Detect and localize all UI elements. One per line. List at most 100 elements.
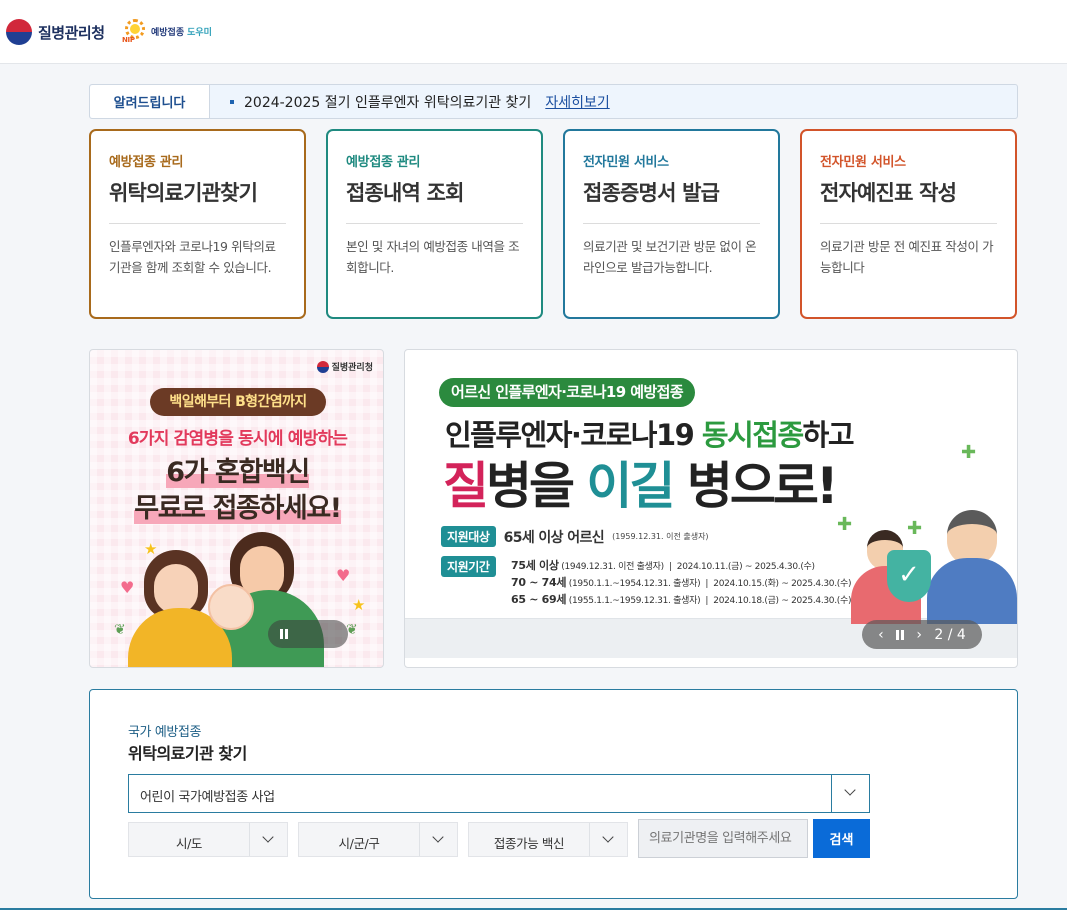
program-select-toggle[interactable]	[831, 775, 869, 812]
card-divider	[346, 223, 523, 224]
period-range: 2024.10.18.(금) ~ 2025.4.30.(수)	[713, 596, 852, 606]
card-description: 의료기관 방문 전 예진표 작성이 가능합니다	[820, 239, 994, 275]
period-line: 75세 이상 (1949.12.31. 이전 출생자) | 2024.10.11…	[511, 559, 815, 572]
chevron-left-icon[interactable]: ‹	[878, 627, 884, 643]
banner-headline2: 질병을 이길 병으로!	[443, 446, 839, 518]
service-card[interactable]: 전자민원 서비스전자예진표 작성의료기관 방문 전 예진표 작성이 가능합니다	[800, 129, 1017, 319]
chevron-right-icon[interactable]: ›	[916, 627, 922, 643]
vaccine-select[interactable]: 접종가능 백신	[468, 822, 628, 857]
shield-check-icon: ✓	[887, 550, 931, 602]
taegeuk-icon	[6, 19, 32, 45]
banner-right-controls: ‹ › 2 / 4	[862, 620, 982, 649]
sido-select[interactable]: 시/도	[128, 822, 288, 857]
site-header: 질병관리청 NIP 예방접종 도우미	[0, 0, 1067, 64]
banner-senior-flu-covid[interactable]: 어르신 인플루엔자·코로나19 예방접종 인플루엔자·코로나19 동시접종하고 …	[404, 349, 1018, 668]
card-title: 전자예진표 작성	[820, 181, 957, 205]
search-category: 국가 예방접종	[128, 725, 202, 740]
cross-icon: ✚	[961, 442, 977, 463]
card-description: 인플루엔자와 코로나19 위탁의료기관을 함께 조회할 수 있습니다.	[109, 239, 276, 275]
institution-name-input[interactable]	[638, 819, 808, 858]
period-born: (1955.1.1.~1959.12.31. 출생자)	[568, 596, 701, 606]
banner-logo-text: 질병관리청	[331, 363, 373, 373]
period-range: 2024.10.11.(금) ~ 2025.4.30.(수)	[676, 562, 815, 572]
program-select[interactable]: 어린이 국가예방접종 사업	[128, 774, 870, 813]
heart-icon: ♥	[336, 566, 351, 585]
period-list: 75세 이상 (1949.12.31. 이전 출생자) | 2024.10.11…	[511, 558, 852, 609]
vaccination-helper-logo[interactable]: NIP 예방접종 도우미	[122, 18, 212, 44]
pause-icon[interactable]	[280, 629, 288, 639]
banner-line2: 6가 혼합백신	[90, 450, 383, 489]
vaccine-select-value: 접종가능 백신	[493, 836, 565, 851]
helper-logo-text-a: 예방접종	[151, 27, 185, 38]
kdca-logo[interactable]: 질병관리청	[6, 19, 105, 45]
chevron-down-icon	[602, 831, 614, 843]
notice-more-link[interactable]: 자세히보기	[545, 92, 609, 112]
search-button[interactable]: 검색	[813, 819, 870, 858]
notice-tag: 알려드립니다	[90, 85, 210, 118]
card-category: 전자민원 서비스	[583, 155, 669, 170]
banner-left-controls	[268, 620, 348, 648]
headline2-b: 병을	[486, 457, 587, 515]
notice-text[interactable]: 2024-2025 절기 인플루엔자 위탁의료기관 찾기	[244, 92, 531, 112]
banner-line1: 6가지 감염병을 동시에 예방하는	[127, 429, 348, 449]
banner-kdca-logo: 질병관리청	[316, 360, 373, 373]
card-category: 전자민원 서비스	[820, 155, 906, 170]
period-row: 지원기간	[441, 556, 496, 577]
card-title: 위탁의료기관찾기	[109, 181, 258, 205]
star-icon: ★	[144, 540, 158, 558]
vaccine-select-toggle[interactable]	[589, 823, 627, 856]
card-title: 접종내역 조회	[346, 181, 464, 205]
service-card[interactable]: 전자민원 서비스접종증명서 발급의료기관 및 보건기관 방문 없이 온라인으로 …	[563, 129, 780, 319]
chevron-down-icon	[432, 831, 444, 843]
institution-search-panel: 국가 예방접종 위탁의료기관 찾기 어린이 국가예방접종 사업 시/도 시/군/…	[89, 689, 1018, 899]
heart-icon: ♥	[120, 578, 135, 597]
slide-counter: 2 / 4	[934, 626, 966, 643]
period-line: 65 ~ 69세 (1955.1.1.~1959.12.31. 출생자) | 2…	[511, 593, 852, 606]
headline2-a: 질	[443, 457, 489, 515]
card-category: 예방접종 관리	[346, 155, 421, 170]
period-line: 70 ~ 74세 (1950.1.1.~1954.12.31. 출생자) | 2…	[511, 576, 852, 589]
taegeuk-icon	[316, 360, 329, 373]
pause-icon[interactable]	[896, 629, 905, 640]
nip-mark: NIP	[122, 36, 135, 44]
chevron-down-icon	[262, 831, 274, 843]
service-card[interactable]: 예방접종 관리접종내역 조회본인 및 자녀의 예방접종 내역을 조회합니다.	[326, 129, 543, 319]
sigungu-select[interactable]: 시/군/구	[298, 822, 458, 857]
period-range: 2024.10.15.(화) ~ 2025.4.30.(수)	[713, 579, 852, 589]
card-divider	[820, 223, 997, 224]
card-title: 접종증명서 발급	[583, 181, 720, 205]
period-born: (1949.12.31. 이전 출생자)	[561, 562, 664, 572]
target-note: (1959.12.31. 이전 출생자)	[612, 532, 709, 541]
chevron-down-icon	[844, 784, 856, 796]
star-icon: ★	[352, 596, 366, 614]
banner-tag: 어르신 인플루엔자·코로나19 예방접종	[439, 378, 696, 407]
card-category: 예방접종 관리	[109, 155, 184, 170]
sigungu-select-toggle[interactable]	[419, 823, 457, 856]
card-divider	[109, 223, 286, 224]
target-row: 지원대상 65세 이상 어르신 (1959.12.31. 이전 출생자)	[441, 526, 709, 547]
service-card[interactable]: 예방접종 관리위탁의료기관찾기인플루엔자와 코로나19 위탁의료기관을 함께 조…	[89, 129, 306, 319]
period-age: 70 ~ 74세	[511, 576, 567, 589]
mother-face	[154, 564, 198, 614]
card-description: 본인 및 자녀의 예방접종 내역을 조회합니다.	[346, 239, 520, 275]
period-born: (1950.1.1.~1954.12.31. 출생자)	[568, 579, 701, 589]
period-badge: 지원기간	[441, 556, 496, 577]
card-divider	[583, 223, 760, 224]
card-description: 의료기관 및 보건기관 방문 없이 온라인으로 발급가능합니다.	[583, 239, 757, 275]
sun-icon: NIP	[122, 18, 148, 44]
target-badge: 지원대상	[441, 526, 496, 547]
sigungu-select-value: 시/군/구	[338, 836, 380, 851]
notice-bar: 알려드립니다 2024-2025 절기 인플루엔자 위탁의료기관 찾기 자세히보…	[89, 84, 1018, 119]
period-age: 75세 이상	[511, 559, 559, 572]
banner-line2-text: 6가 혼합백신	[166, 457, 310, 488]
target-main: 65세 이상 어르신	[503, 529, 605, 546]
leaf-icon: ❦	[114, 622, 126, 638]
sido-select-toggle[interactable]	[249, 823, 287, 856]
banner-line3: 무료로 접종하세요!	[90, 486, 383, 525]
banner-pill: 백일해부터 B형간염까지	[150, 388, 326, 416]
helper-logo-text-b: 도우미	[187, 27, 212, 38]
cross-icon: ✚	[837, 514, 853, 535]
period-age: 65 ~ 69세	[511, 593, 567, 606]
banner-hexavalent-vaccine[interactable]: 질병관리청 백일해부터 B형간염까지 6가지 감염병을 동시에 예방하는 6가 …	[89, 349, 384, 668]
headline2-d: 병으로!	[672, 457, 839, 515]
